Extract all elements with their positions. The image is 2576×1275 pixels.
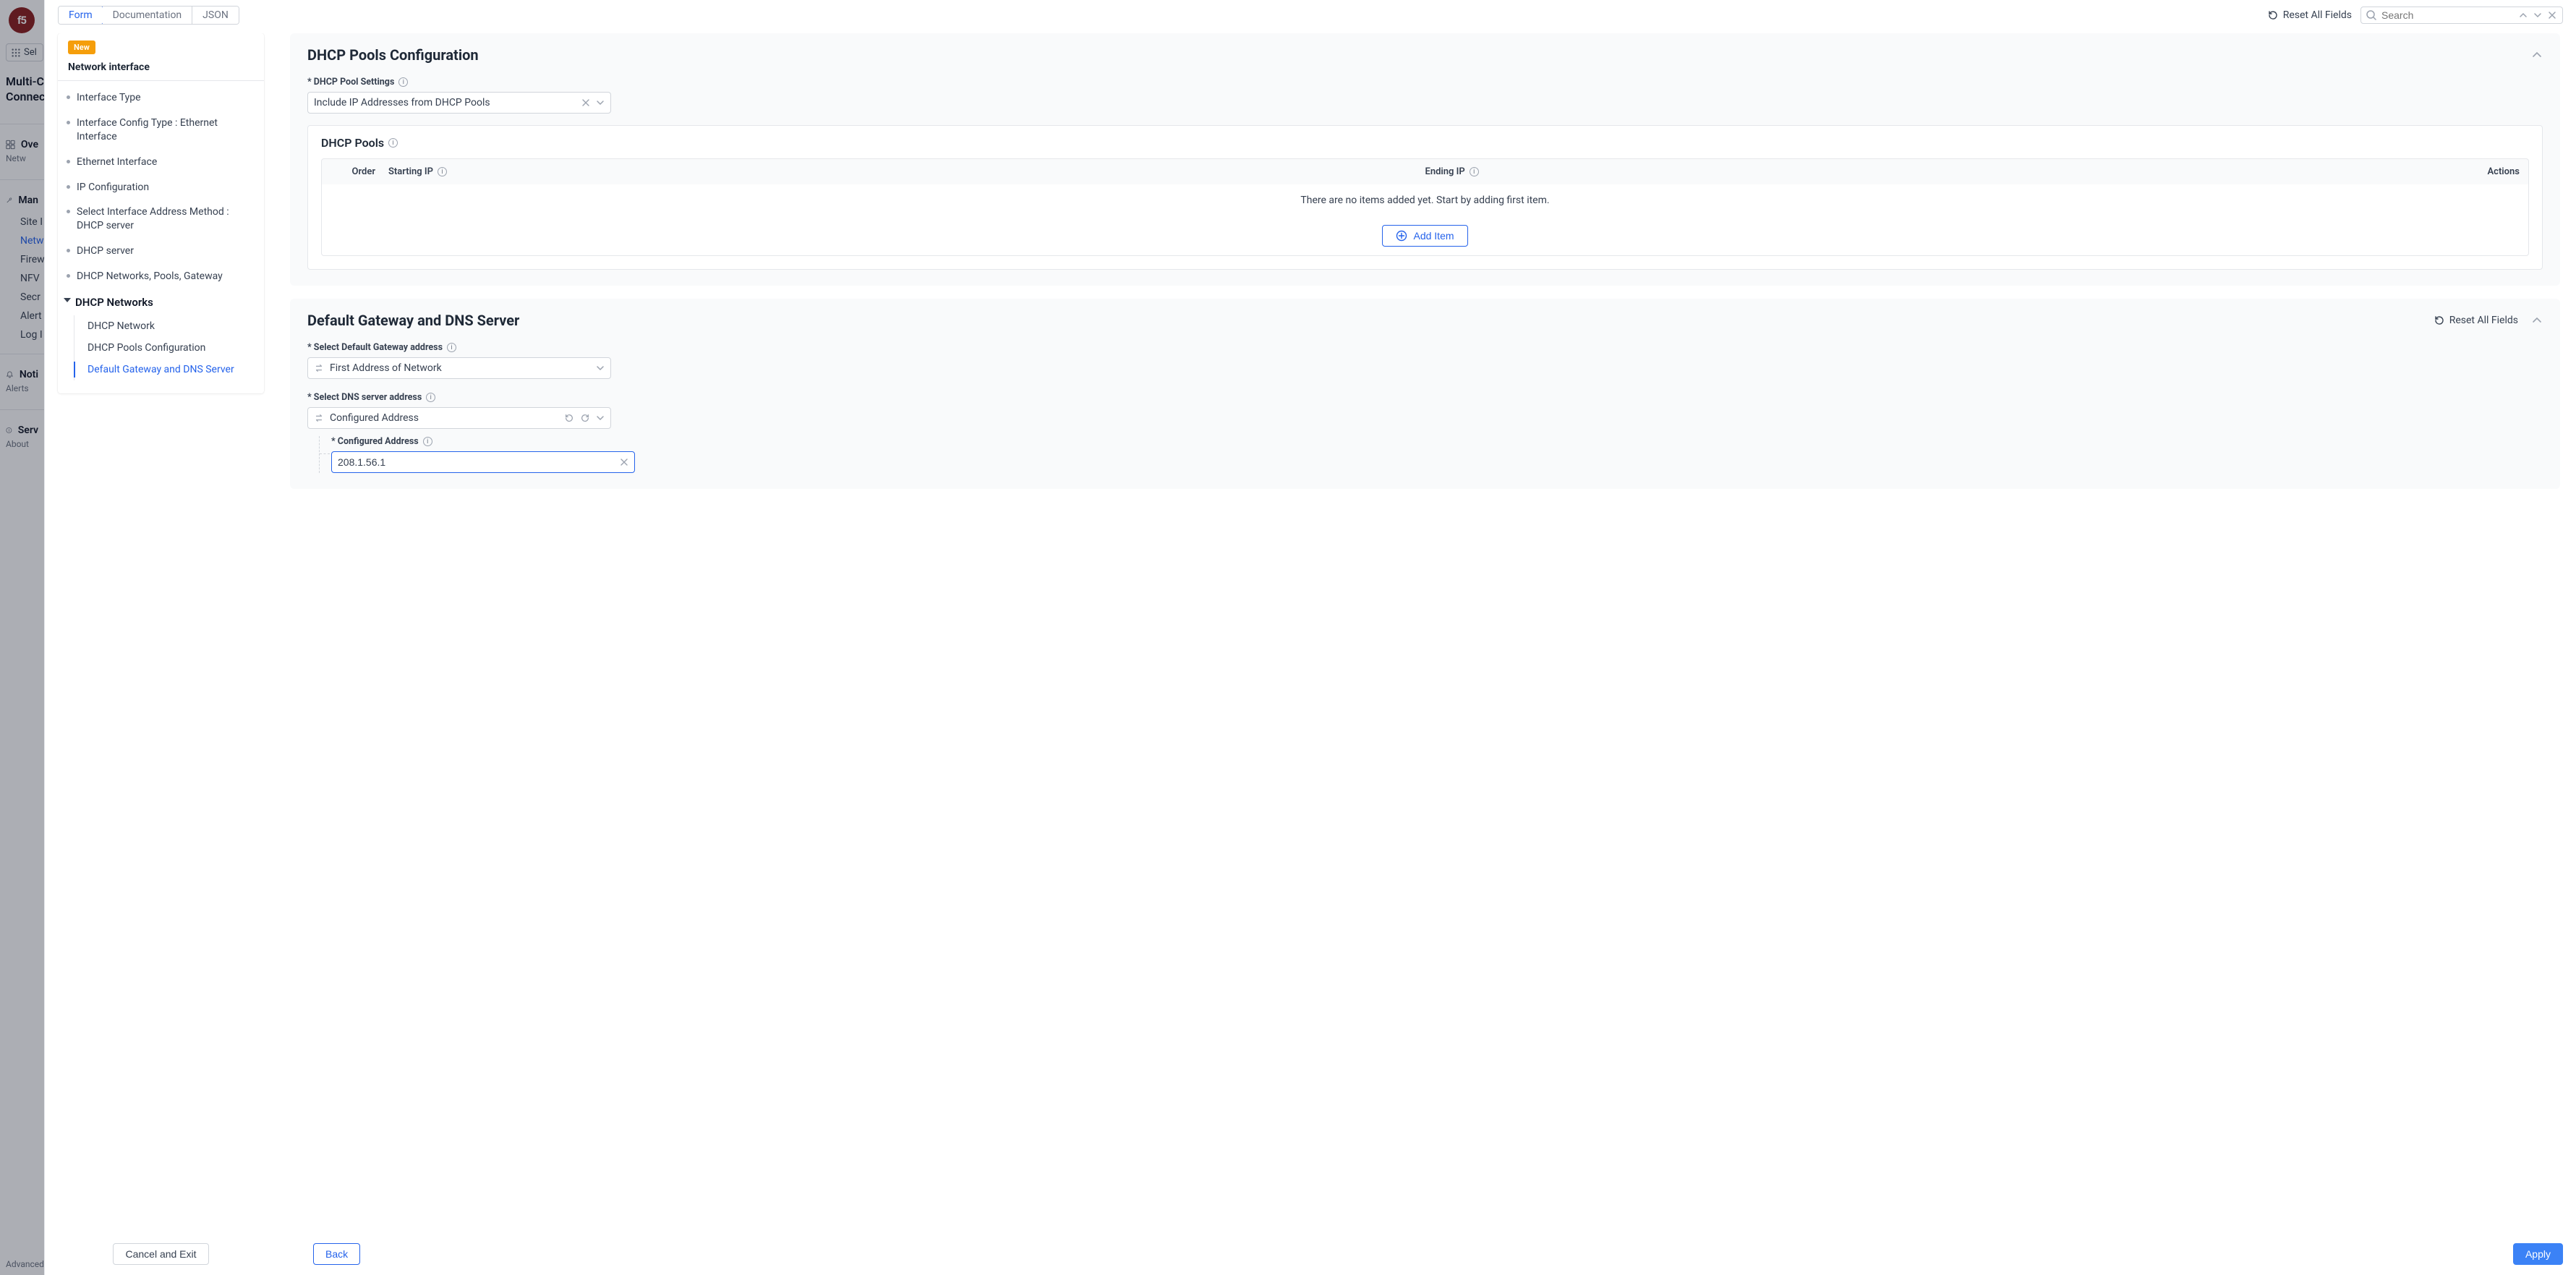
form-nav-title: Network interface bbox=[58, 54, 264, 81]
wrench-icon bbox=[6, 195, 12, 206]
cancel-exit-button[interactable]: Cancel and Exit bbox=[113, 1243, 208, 1265]
select-dhcp-pool-settings[interactable]: Include IP Addresses from DHCP Pools bbox=[307, 92, 611, 114]
nav-advanced-link[interactable]: Advanced bbox=[6, 1259, 44, 1269]
app-side-nav-background: f5 Sel Multi-C Connec Ove Netw Man Site … bbox=[0, 0, 45, 1275]
clear-icon[interactable] bbox=[581, 98, 590, 107]
chevron-down-icon[interactable] bbox=[596, 364, 605, 372]
dhcp-pools-box: DHCP Pools i Order Starting IP i Ending … bbox=[307, 125, 2543, 270]
info-icon[interactable]: i bbox=[398, 77, 408, 87]
info-icon[interactable]: i bbox=[1470, 167, 1479, 176]
nav-ethernet-interface[interactable]: Ethernet Interface bbox=[64, 150, 258, 175]
app-title-line2: Connec bbox=[6, 90, 44, 103]
app-title-line1: Multi-C bbox=[6, 74, 44, 88]
brand-logo: f5 bbox=[9, 7, 35, 33]
select-value: First Address of Network bbox=[330, 362, 590, 374]
label-dhcp-pool-settings: * DHCP Pool Settings i bbox=[307, 77, 2543, 88]
select-value: Configured Address bbox=[330, 412, 558, 424]
nav-dhcp-networks-group-link[interactable]: DHCP Networks, Pools, Gateway bbox=[64, 264, 258, 289]
info-icon[interactable]: i bbox=[438, 167, 447, 176]
nav-dhcp-networks-group[interactable]: DHCP Networks bbox=[64, 289, 258, 315]
nav-interface-config-type[interactable]: Interface Config Type : Ethernet Interfa… bbox=[64, 111, 258, 150]
undo-icon[interactable] bbox=[564, 413, 574, 423]
nav-notifications[interactable]: Noti bbox=[0, 366, 44, 383]
swap-icon bbox=[314, 413, 324, 423]
info-icon[interactable]: i bbox=[426, 393, 435, 402]
reset-section-button[interactable]: Reset All Fields bbox=[2434, 315, 2518, 326]
nav-service[interactable]: Serv bbox=[0, 422, 44, 439]
collapse-icon[interactable] bbox=[2531, 49, 2543, 61]
nav-default-gateway-dns[interactable]: Default Gateway and DNS Server bbox=[74, 359, 258, 380]
dhcp-pools-card: DHCP Pools Configuration * DHCP Pool Set… bbox=[290, 33, 2560, 286]
nav-ip-configuration[interactable]: IP Configuration bbox=[64, 175, 258, 200]
reset-icon bbox=[2267, 9, 2279, 21]
card-title-gateway-dns: Default Gateway and DNS Server bbox=[307, 312, 519, 329]
nav-dhcp-server[interactable]: DHCP server bbox=[64, 239, 258, 264]
info-icon[interactable]: i bbox=[423, 437, 432, 446]
input-configured-address[interactable] bbox=[338, 456, 614, 468]
nav-item[interactable]: Firew bbox=[0, 254, 44, 265]
col-order: Order bbox=[330, 166, 388, 177]
search-prev-icon[interactable] bbox=[2517, 9, 2529, 21]
info-icon bbox=[6, 425, 12, 436]
pools-table-header: Order Starting IP i Ending IP i Actions bbox=[321, 158, 2529, 184]
info-icon[interactable]: i bbox=[388, 138, 398, 148]
search-box[interactable] bbox=[2360, 7, 2563, 24]
select-value: Include IP Addresses from DHCP Pools bbox=[314, 97, 576, 108]
tab-form[interactable]: Form bbox=[58, 6, 103, 25]
view-tabs: Form Documentation JSON bbox=[58, 6, 239, 25]
nav-interface-type[interactable]: Interface Type bbox=[64, 85, 258, 111]
search-icon bbox=[2366, 9, 2377, 21]
grid-icon bbox=[11, 48, 21, 58]
dashboard-icon bbox=[6, 139, 15, 150]
col-ending-ip: Ending IP i bbox=[1425, 166, 2462, 177]
bell-icon bbox=[6, 369, 14, 380]
back-button[interactable]: Back bbox=[313, 1243, 360, 1265]
add-item-button[interactable]: Add Item bbox=[1382, 225, 1467, 247]
chevron-down-icon[interactable] bbox=[596, 98, 605, 107]
plus-circle-icon bbox=[1396, 230, 1407, 242]
nav-select-interface-address[interactable]: Select Interface Address Method : DHCP s… bbox=[64, 200, 258, 239]
label-dns-server: * Select DNS server address i bbox=[307, 392, 2543, 403]
nav-item[interactable]: Alert bbox=[0, 310, 44, 322]
col-actions: Actions bbox=[2462, 166, 2520, 177]
swap-icon bbox=[314, 363, 324, 373]
select-default-gateway[interactable]: First Address of Network bbox=[307, 357, 611, 379]
nav-item[interactable]: Site I bbox=[0, 216, 44, 228]
collapse-icon[interactable] bbox=[2531, 315, 2543, 326]
pools-empty-message: There are no items added yet. Start by a… bbox=[321, 184, 2529, 216]
apply-button[interactable]: Apply bbox=[2513, 1243, 2563, 1265]
reset-all-fields-top[interactable]: Reset All Fields bbox=[2267, 9, 2352, 21]
workspace-selector[interactable]: Sel bbox=[6, 43, 43, 61]
col-starting-ip: Starting IP i bbox=[388, 166, 1425, 177]
chevron-down-icon[interactable] bbox=[596, 414, 605, 422]
nav-item[interactable]: Netw bbox=[0, 235, 44, 247]
search-next-icon[interactable] bbox=[2532, 9, 2543, 21]
reset-icon bbox=[2434, 315, 2445, 326]
dhcp-pools-box-title: DHCP Pools i bbox=[321, 136, 2529, 150]
info-icon[interactable]: i bbox=[447, 343, 456, 352]
new-badge: New bbox=[68, 40, 95, 54]
card-title-dhcp-pools: DHCP Pools Configuration bbox=[307, 46, 479, 64]
nav-item[interactable]: Log I bbox=[0, 329, 44, 341]
search-clear-icon[interactable] bbox=[2546, 9, 2558, 21]
form-nav-card: New Network interface Interface Type Int… bbox=[58, 33, 264, 393]
tab-json[interactable]: JSON bbox=[192, 7, 239, 24]
tab-documentation[interactable]: Documentation bbox=[103, 7, 193, 24]
select-dns-server[interactable]: Configured Address bbox=[307, 407, 611, 429]
nav-dhcp-network[interactable]: DHCP Network bbox=[74, 315, 258, 337]
search-input[interactable] bbox=[2381, 9, 2513, 21]
nav-manage[interactable]: Man bbox=[0, 192, 44, 209]
clear-icon[interactable] bbox=[620, 458, 628, 466]
refresh-icon[interactable] bbox=[580, 413, 590, 423]
nav-item[interactable]: NFV bbox=[0, 273, 44, 284]
label-configured-address: * Configured Address i bbox=[331, 436, 2543, 447]
nav-item[interactable]: Secr bbox=[0, 291, 44, 303]
nav-overview[interactable]: Ove bbox=[0, 136, 44, 153]
label-default-gateway: * Select Default Gateway address i bbox=[307, 342, 2543, 353]
gateway-dns-card: Default Gateway and DNS Server Reset All… bbox=[290, 299, 2560, 489]
input-configured-address-wrap[interactable] bbox=[331, 451, 635, 473]
nav-dhcp-pools-config[interactable]: DHCP Pools Configuration bbox=[74, 337, 258, 359]
